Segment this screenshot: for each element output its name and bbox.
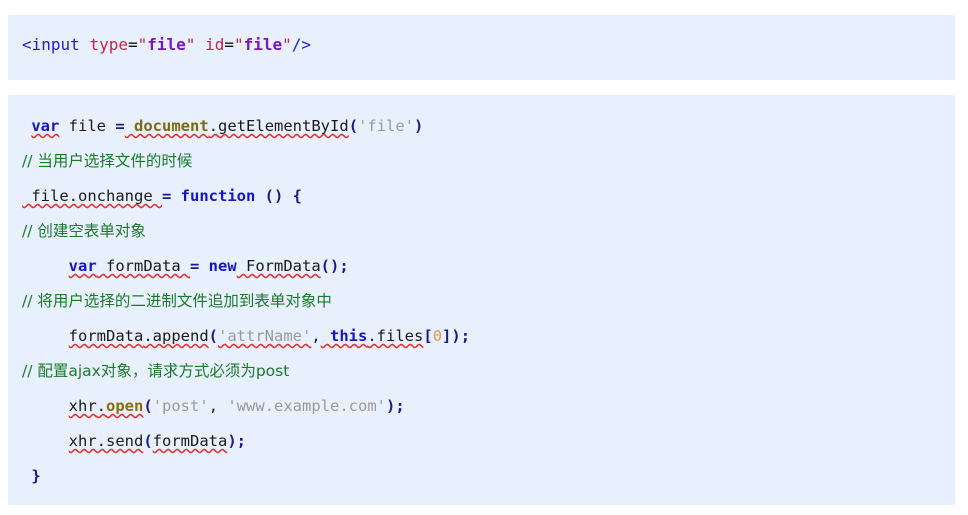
token-method-append: .append — [143, 327, 209, 345]
token-quote-close-1: " — [185, 35, 196, 54]
token-ctor-formdata: FormData — [236, 257, 321, 275]
token-tag-open: <input — [22, 35, 80, 54]
token-parens-semicolon-1: (); — [320, 257, 349, 275]
token-attrvalue-type: file — [147, 35, 186, 54]
token-attrvalue-id: file — [243, 35, 283, 54]
token-keyword-new: new — [199, 257, 237, 275]
code-line-html-input: <input type="file" id="file"/> — [22, 33, 955, 57]
token-bracket-close: ] — [442, 327, 452, 345]
token-global-document: document — [124, 117, 209, 135]
token-bracket-open: [ — [423, 327, 433, 345]
token-tag-selfclose: /> — [291, 35, 312, 54]
token-ident-formdata-1: formData — [96, 257, 190, 275]
token-operator-assign-3: = — [190, 257, 200, 275]
token-prop-files: .files — [367, 327, 424, 345]
token-string-post: 'post' — [152, 397, 209, 415]
code-line-onchange: file.onchange = function () { — [22, 179, 955, 214]
token-quote-close-2: " — [282, 35, 292, 54]
token-string-url: 'www.example.com' — [218, 397, 387, 415]
token-paren-open-4: ( — [143, 432, 153, 450]
token-space-1 — [80, 35, 90, 54]
token-equals-1: = — [127, 35, 138, 54]
token-keyword-function: function — [171, 187, 256, 205]
code-line-comment-ajax-post: // 配置ajax对象，请求方式必须为post — [22, 362, 290, 380]
token-operator-assign-1: = — [115, 117, 125, 135]
token-paren-close-2: ) — [451, 327, 461, 345]
token-ident-file: file — [59, 117, 116, 135]
token-ident-xhr-1: xhr — [68, 397, 97, 415]
token-ident-xhr-send: xhr.send — [68, 432, 144, 450]
token-keyword-this: this — [320, 327, 368, 345]
code-line-formdata-append: formData.append('attrName', this.files[0… — [22, 319, 955, 354]
token-ident-formdata-2: formData — [68, 327, 144, 345]
token-paren-close-1: ) — [414, 117, 424, 135]
code-line-xhr-send: xhr.send(formData); — [22, 424, 955, 459]
token-equals-2: = — [224, 35, 234, 54]
token-string-file-id: 'file' — [358, 117, 415, 135]
token-comma-2: , — [208, 397, 219, 415]
token-attr-type: type — [89, 35, 128, 54]
token-keyword-var-1: var — [31, 117, 60, 135]
token-semicolon-1: ; — [460, 327, 471, 345]
token-ident-file-onchange: file.onchange — [22, 187, 162, 205]
token-paren-open-2: ( — [208, 327, 218, 345]
token-paren-open-3: ( — [143, 397, 153, 415]
token-attr-id: id — [205, 35, 225, 54]
token-method-getelementbyid: getElementById — [218, 117, 349, 135]
html-code-block[interactable]: <input type="file" id="file"/> — [8, 15, 955, 80]
code-line-comment-create-form: // 创建空表单对象 — [22, 222, 146, 240]
code-line-var-formdata: var formData = new FormData(); — [22, 249, 955, 284]
token-ident-formdata-3: formData — [152, 432, 228, 450]
token-number-zero: 0 — [432, 327, 443, 345]
token-comma-1: , — [311, 327, 321, 345]
token-paren-open-1: ( — [348, 117, 359, 135]
token-semicolon-2: ; — [395, 397, 405, 415]
token-quote-open-1: " — [137, 35, 148, 54]
code-line-var-file: var file = document.getElementById('file… — [22, 109, 955, 144]
token-paren-close-4: ) — [227, 432, 237, 450]
token-paren-close-3: ) — [386, 397, 396, 415]
token-operator-assign-2: = — [161, 187, 172, 205]
token-brace-open: { — [283, 187, 302, 205]
javascript-code-block[interactable]: var file = document.getElementById('file… — [8, 95, 955, 505]
token-semicolon-3: ; — [236, 432, 247, 450]
token-quote-open-2: " — [233, 35, 244, 54]
token-parens-empty: () — [255, 187, 284, 205]
token-method-open: open — [106, 397, 144, 415]
token-space-2 — [195, 35, 205, 54]
token-keyword-var-2: var — [68, 257, 97, 275]
token-brace-close: } — [22, 467, 41, 485]
code-line-xhr-open: xhr.open('post', 'www.example.com'); — [22, 389, 955, 424]
token-dot-1: . — [208, 117, 219, 135]
code-line-brace-close: } — [22, 459, 955, 494]
code-line-comment-append-file: // 将用户选择的二进制文件追加到表单对象中 — [22, 292, 332, 310]
code-line-comment-onselect: // 当用户选择文件的时候 — [22, 152, 193, 170]
code-snippet-page: <input type="file" id="file"/> var file … — [0, 0, 968, 515]
token-dot-2: . — [96, 397, 107, 415]
token-string-attrname: 'attrName' — [218, 327, 312, 345]
